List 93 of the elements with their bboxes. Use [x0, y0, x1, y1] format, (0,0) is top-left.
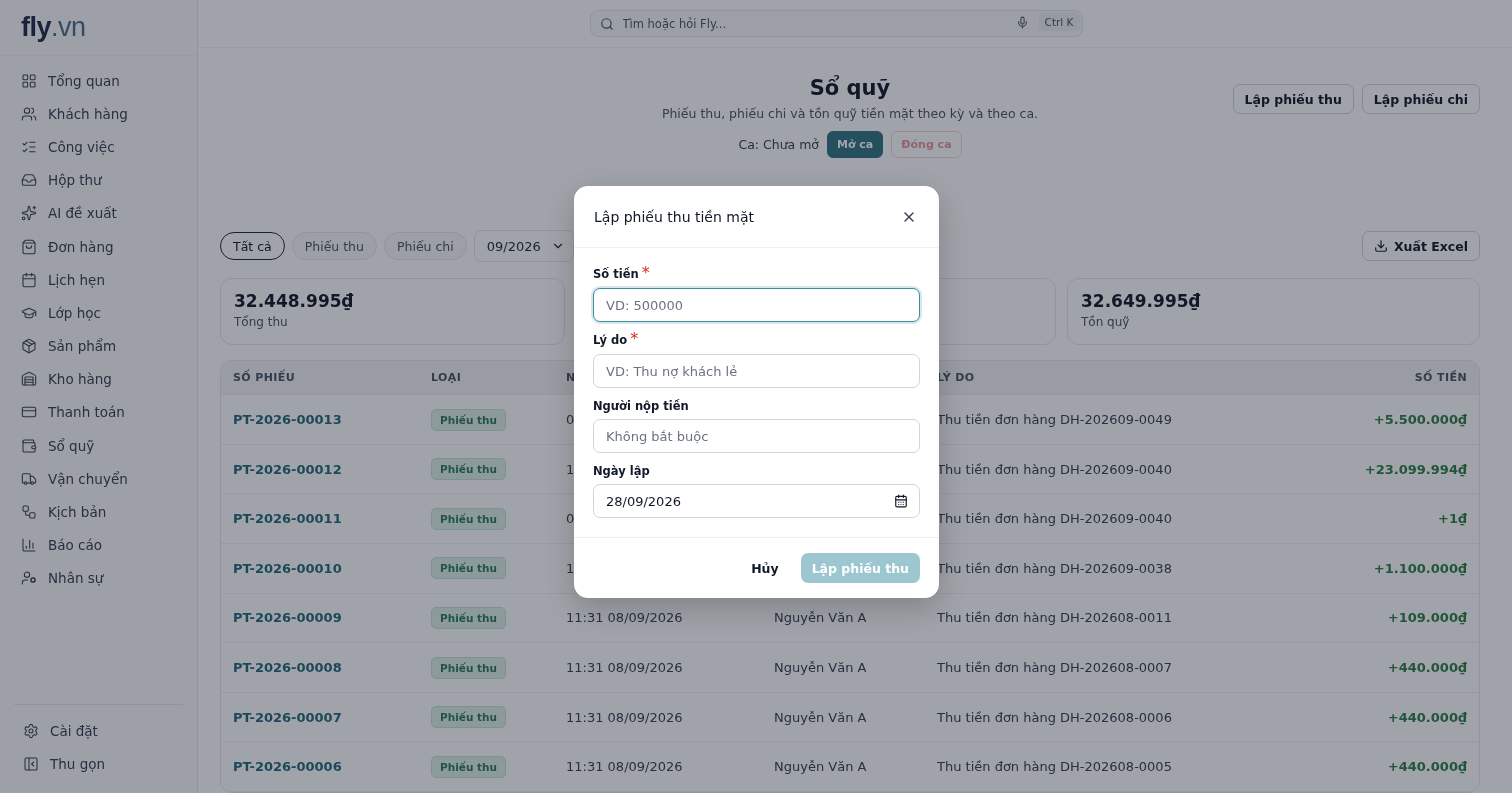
- table-cell: Nguyễn Văn A: [774, 660, 867, 675]
- sidebar-item[interactable]: Lớp học: [12, 296, 185, 330]
- column-header: N: [566, 371, 576, 385]
- page-title: Sổ quỹ: [809, 76, 891, 101]
- amount-cell-text: +440.000₫: [1386, 709, 1467, 725]
- sidebar-item[interactable]: Vận chuyển: [12, 462, 185, 496]
- field-label: Người nộp tiền: [593, 399, 689, 413]
- summary-value: 32.649.995₫: [1081, 291, 1202, 312]
- table-cell: Thu tiền đơn hàng DH-202609-0038: [937, 560, 1172, 576]
- sidebar-item[interactable]: Hộp thư: [12, 163, 185, 197]
- sidebar-item[interactable]: Đơn hàng: [12, 229, 185, 264]
- filter-tab[interactable]: Tất cả: [220, 232, 285, 261]
- sidebar-item[interactable]: Cài đặt: [14, 714, 183, 748]
- month-select[interactable]: 09/2026: [473, 230, 574, 263]
- table-cell: 1: [566, 461, 575, 477]
- amount-cell-text: +440.000₫: [1386, 759, 1467, 775]
- table-cell: Nguyễn Văn A: [774, 610, 867, 626]
- amount-cell-text: +23.099.994₫: [1363, 461, 1467, 477]
- sidebar-item[interactable]: Tổng quan: [12, 64, 185, 98]
- type-tag: Phiếu thu: [431, 606, 506, 629]
- sidebar-item[interactable]: Thanh toán: [12, 395, 185, 430]
- sidebar-item[interactable]: AI đề xuất: [12, 196, 185, 230]
- table-cell: Nguyễn Văn A: [774, 759, 867, 775]
- open-shift-button[interactable]: Mở ca: [827, 131, 884, 159]
- sidebar-item[interactable]: Kịch bản: [12, 495, 185, 529]
- sidebar-item[interactable]: Sản phẩm: [12, 329, 185, 363]
- type-tag: Phiếu thu: [431, 408, 506, 431]
- summary-value: 32.448.995₫: [234, 291, 355, 312]
- receipt-link[interactable]: PT-2026-00013: [233, 412, 431, 428]
- table-cell: 11:31 08/09/2026: [566, 759, 683, 775]
- column-header: SỐ PHIẾU: [233, 371, 296, 385]
- sidebar-item[interactable]: Khách hàng: [12, 97, 185, 131]
- page-subtitle: Phiếu thu, phiếu chi và tồn quỹ tiền mặt theo kỳ và theo ca.: [661, 106, 1039, 122]
- input-field[interactable]: VD: 500000: [593, 288, 920, 322]
- table-cell: Thu tiền đơn hàng DH-202609-0040: [937, 511, 1172, 527]
- table-cell: Thu tiền đơn hàng DH-202608-0005: [937, 759, 1172, 775]
- shortcut-key: Ctrl K: [1038, 13, 1080, 32]
- logo: fly.vn: [0, 0, 197, 56]
- summary-label: Tồn quỹ: [1081, 315, 1131, 330]
- table-cell: Thu tiền đơn hàng DH-202608-0006: [937, 709, 1172, 725]
- sidebar-item[interactable]: Thu gọn: [14, 747, 183, 781]
- table-cell: 11:31 08/09/2026: [566, 660, 683, 675]
- amount-cell-text: +440.000₫: [1386, 660, 1467, 675]
- sidebar-item[interactable]: Công việc: [12, 130, 185, 164]
- column-header: LOẠI: [431, 371, 462, 385]
- receipt-link[interactable]: PT-2026-00009: [233, 610, 431, 626]
- sidebar-item[interactable]: Báo cáo: [12, 528, 185, 562]
- amount-cell-text: +109.000₫: [1386, 610, 1467, 626]
- table-cell: Thu tiền đơn hàng DH-202608-0007: [937, 660, 1172, 675]
- table-cell: 0: [566, 511, 575, 527]
- type-tag: Phiếu thu: [431, 755, 506, 778]
- required-mark: *: [641, 263, 650, 282]
- amount-cell-text: +5.500.000₫: [1372, 412, 1467, 428]
- table-cell: Nguyễn Văn A: [774, 709, 867, 725]
- table-cell: Thu tiền đơn hàng DH-202609-0049: [937, 412, 1172, 428]
- required-mark: *: [630, 329, 639, 348]
- amount-cell-text: +1₫: [1437, 511, 1467, 527]
- table-cell: 11:31 08/09/2026: [566, 709, 683, 725]
- table-cell: 1: [566, 560, 575, 576]
- dialog-title: Lập phiếu thu tiền mặt: [594, 208, 754, 225]
- cancel-button[interactable]: Hủy: [743, 554, 787, 582]
- table-cell: 0: [566, 412, 575, 428]
- type-tag: Phiếu thu: [431, 656, 506, 679]
- field-label: Số tiền: [593, 267, 639, 281]
- date-field[interactable]: 28/09/2026: [593, 484, 920, 518]
- shift-status: Ca: Chưa mở: [738, 137, 819, 153]
- table-cell: 11:31 08/09/2026: [566, 610, 683, 626]
- export-button[interactable]: Xuất Excel: [1361, 231, 1480, 262]
- column-header: SỐ TIỀN: [1414, 371, 1467, 385]
- sidebar-item[interactable]: Lịch hẹn: [12, 263, 185, 297]
- action-button[interactable]: Lập phiếu chi: [1361, 84, 1480, 115]
- filter-tab[interactable]: Phiếu thu: [291, 232, 377, 261]
- field-label: Lý do: [593, 333, 628, 347]
- filter-tab[interactable]: Phiếu chi: [383, 232, 467, 261]
- receipt-link[interactable]: PT-2026-00012: [233, 461, 431, 477]
- type-tag: Phiếu thu: [431, 706, 506, 729]
- table-cell: Thu tiền đơn hàng DH-202608-0011: [937, 610, 1172, 626]
- table-cell: Thu tiền đơn hàng DH-202609-0040: [937, 461, 1172, 477]
- type-tag: Phiếu thu: [431, 458, 506, 481]
- type-tag: Phiếu thu: [431, 507, 506, 530]
- type-tag: Phiếu thu: [431, 557, 506, 580]
- amount-cell-text: +1.100.000₫: [1372, 560, 1467, 576]
- sidebar-item[interactable]: Sổ quỹ: [12, 429, 185, 463]
- action-button[interactable]: Lập phiếu thu: [1232, 84, 1354, 115]
- receipt-link[interactable]: PT-2026-00006: [233, 759, 431, 775]
- receipt-link[interactable]: PT-2026-00010: [233, 560, 431, 576]
- receipt-link[interactable]: PT-2026-00007: [233, 709, 431, 725]
- receipt-link[interactable]: PT-2026-00008: [233, 660, 431, 675]
- receipt-link[interactable]: PT-2026-00011: [233, 511, 431, 527]
- sidebar-item[interactable]: Nhân sự: [12, 561, 185, 595]
- sidebar-item[interactable]: Kho hàng: [12, 362, 185, 396]
- field-label: Ngày lập: [593, 464, 650, 478]
- summary-label: Tổng thu: [234, 315, 289, 330]
